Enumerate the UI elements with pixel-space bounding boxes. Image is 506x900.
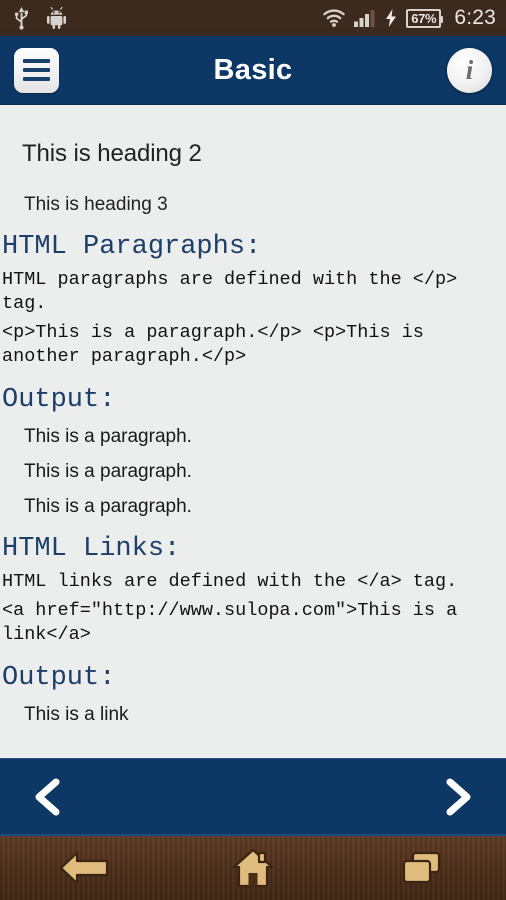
hamburger-bar-2 (23, 68, 50, 72)
section-title: HTML Links: (2, 533, 181, 564)
charging-bolt-icon (386, 9, 397, 27)
output-line: This is a paragraph. (24, 495, 192, 517)
clipped-heading-text: - (175, 105, 183, 113)
hamburger-bar-1 (23, 59, 50, 63)
status-bar-left-icons (14, 6, 66, 30)
section-html-links: HTML Links: HTML links are defined with … (0, 534, 500, 726)
chevron-left-icon[interactable] (30, 777, 70, 817)
chevron-right-icon[interactable] (436, 777, 476, 817)
status-bar-clock: 6:23 (454, 6, 496, 29)
heading-2-sample: This is heading 2 (22, 140, 202, 167)
section-code-sample: <p>This is a paragraph.</p> <p>This is a… (2, 322, 435, 368)
section-title: HTML Paragraphs: (2, 232, 262, 262)
android-status-bar: 67% 6:23 (0, 0, 506, 36)
hamburger-menu-icon[interactable] (14, 47, 59, 93)
page-navigation-bar (0, 758, 506, 834)
tutorial-content-scroll[interactable]: - This is heading 2 This is heading 3 HT… (0, 105, 506, 758)
cellular-signal-icon (354, 10, 375, 27)
page-title: Basic (213, 53, 293, 86)
clipped-previous-heading: - (0, 105, 500, 127)
recent-apps-icon[interactable] (387, 843, 457, 893)
android-robot-icon (47, 7, 66, 29)
section-description: HTML paragraphs are defined with the </p… (2, 269, 469, 314)
battery-level-label: 67% (411, 10, 437, 26)
section-description: HTML links are defined with the </a> tag… (2, 570, 458, 592)
usb-icon (14, 7, 28, 30)
section-code-sample: <a href="http://www.sulopa.com">This is … (2, 600, 469, 646)
hamburger-bar-3 (23, 77, 50, 81)
home-icon[interactable] (218, 843, 288, 893)
back-arrow-icon[interactable] (49, 843, 119, 893)
section-output-title: Output: (2, 384, 116, 415)
heading-3-sample: This is heading 3 (24, 194, 168, 215)
output-line: This is a link (24, 703, 129, 725)
battery-indicator: 67% (406, 8, 444, 28)
section-output-title: Output: (2, 662, 116, 693)
app-header-bar: Basic i (0, 36, 506, 105)
info-icon[interactable]: i (447, 47, 492, 93)
wifi-icon (323, 9, 345, 27)
info-icon-letter: i (465, 54, 474, 85)
app-root: 67% 6:23 Basic i - This is heading 2 Thi… (0, 0, 506, 900)
output-line: This is a paragraph. (24, 425, 192, 447)
status-bar-right-icons: 67% 6:23 (323, 6, 496, 30)
output-line: This is a paragraph. (24, 460, 192, 482)
section-html-paragraphs: HTML Paragraphs: HTML paragraphs are def… (0, 232, 500, 518)
android-navigation-bar (0, 834, 506, 900)
